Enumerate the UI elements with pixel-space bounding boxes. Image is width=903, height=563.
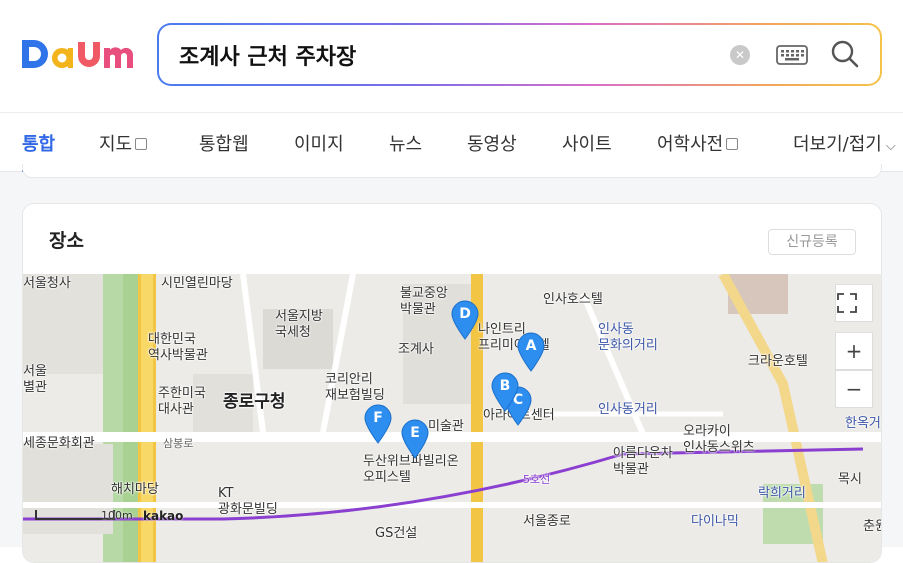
- map-label: KT 광화문빌딩: [218, 486, 278, 517]
- map-marker-f[interactable]: F: [363, 404, 393, 444]
- external-box-icon: [135, 138, 148, 150]
- tab-label: 뉴스: [389, 134, 423, 155]
- zoom-out-button[interactable]: −: [835, 370, 873, 408]
- marker-label: D: [459, 306, 471, 322]
- search-box: 조계사 근처 주차장 ✕: [157, 23, 882, 86]
- map-label: 크라운호텔: [748, 354, 808, 369]
- search-icon[interactable]: [830, 39, 860, 69]
- card-title: 장소: [49, 230, 84, 252]
- map-label: 시민열린마당: [161, 276, 233, 291]
- tab-news[interactable]: 뉴스: [389, 130, 422, 156]
- map-label: 서울청사: [23, 276, 71, 291]
- map-label: 미술관: [428, 419, 464, 434]
- map-label: 5호선: [523, 473, 551, 486]
- tab-label: 더보기/접기: [793, 134, 882, 155]
- zoom-in-button[interactable]: +: [835, 332, 873, 370]
- tab-label: 지도: [99, 134, 133, 155]
- map-label: 다이나믹: [691, 514, 739, 529]
- map-label: 대한민국 역사박물관: [148, 332, 208, 363]
- map-label: 인사호스텔: [543, 292, 603, 307]
- map-marker-b[interactable]: B: [490, 372, 520, 412]
- map-label: 한옥거: [845, 416, 881, 431]
- fullscreen-icon[interactable]: [835, 284, 873, 322]
- tab-integrated[interactable]: 통합: [22, 130, 55, 156]
- map-label: 코리안리 재보험빌딩: [325, 372, 385, 403]
- map-label: 서울 별관: [23, 364, 47, 395]
- map-marker-e[interactable]: E: [400, 419, 430, 459]
- search-input-wrapper[interactable]: 조계사 근처 주차장 ✕: [159, 25, 880, 84]
- map-marker-a[interactable]: A: [516, 332, 546, 372]
- register-button[interactable]: 신규등록: [768, 229, 856, 255]
- tab-label: 동영상: [467, 134, 517, 155]
- marker-label: F: [373, 410, 383, 426]
- map-label: 춘원: [863, 519, 881, 534]
- map-label: 서울종로: [523, 514, 571, 529]
- place-card: 장소 신규등록 서울청사 시민열린마당 불교중앙 박물관 인사호스텔 대한민국 …: [22, 203, 882, 563]
- map-label: 주한미국 대사관: [158, 386, 206, 417]
- clear-icon[interactable]: ✕: [730, 45, 750, 65]
- tab-label: 어학사전: [657, 134, 724, 155]
- map-label: 삼봉로: [163, 437, 194, 450]
- header: 조계사 근처 주차장 ✕: [0, 0, 903, 112]
- chevron-down-icon: ⌵: [885, 139, 896, 154]
- tab-video[interactable]: 동영상: [467, 130, 517, 156]
- daum-logo[interactable]: [20, 36, 135, 74]
- tab-label: 통합웹: [199, 134, 249, 155]
- map-label: 오라카이 인사동스위츠: [683, 424, 755, 455]
- map-marker-d[interactable]: D: [450, 300, 480, 340]
- tab-dictionary[interactable]: 어학사전: [657, 130, 739, 156]
- keyboard-icon[interactable]: [776, 44, 808, 66]
- tab-image[interactable]: 이미지: [294, 130, 344, 156]
- map-label: 해치마당: [111, 482, 159, 497]
- search-tabs: 통합 지도 통합웹 이미지 뉴스 동영상 사이트 어학사전 더보기/접기 ⌵: [0, 112, 903, 173]
- map[interactable]: 서울청사 시민열린마당 불교중앙 박물관 인사호스텔 대한민국 역사박물관 서울…: [23, 274, 881, 562]
- map-label: 서울지방 국세청: [275, 309, 323, 340]
- map-scale-text: 100m: [101, 509, 133, 522]
- kakao-logo: kakao: [143, 509, 184, 523]
- tab-map[interactable]: 지도: [99, 130, 148, 156]
- tab-web[interactable]: 통합웹: [199, 130, 249, 156]
- marker-label: A: [525, 338, 537, 354]
- tab-label: 이미지: [294, 134, 344, 155]
- tab-label: 사이트: [562, 134, 612, 155]
- search-input[interactable]: 조계사 근처 주차장: [179, 39, 356, 71]
- previous-card-edge: [22, 164, 882, 178]
- map-label: 세종문화회관: [23, 436, 95, 451]
- external-box-icon: [726, 138, 739, 150]
- map-label: 락희거리: [758, 486, 806, 501]
- map-label: GS건설: [375, 526, 418, 541]
- map-label: 종로구청: [223, 392, 286, 412]
- tab-site[interactable]: 사이트: [562, 130, 612, 156]
- tab-label: 통합: [22, 134, 56, 155]
- map-label: 아름다운차 박물관: [613, 446, 673, 477]
- map-label: 불교중앙 박물관: [400, 286, 448, 317]
- marker-label: E: [410, 425, 420, 441]
- marker-label: B: [499, 378, 511, 394]
- map-label: 인사동 문화의거리: [598, 322, 658, 353]
- tab-more[interactable]: 더보기/접기 ⌵: [793, 130, 896, 156]
- map-label: 목시: [838, 472, 862, 487]
- map-label: 인사동거리: [598, 402, 658, 417]
- map-label: 조계사: [398, 342, 434, 357]
